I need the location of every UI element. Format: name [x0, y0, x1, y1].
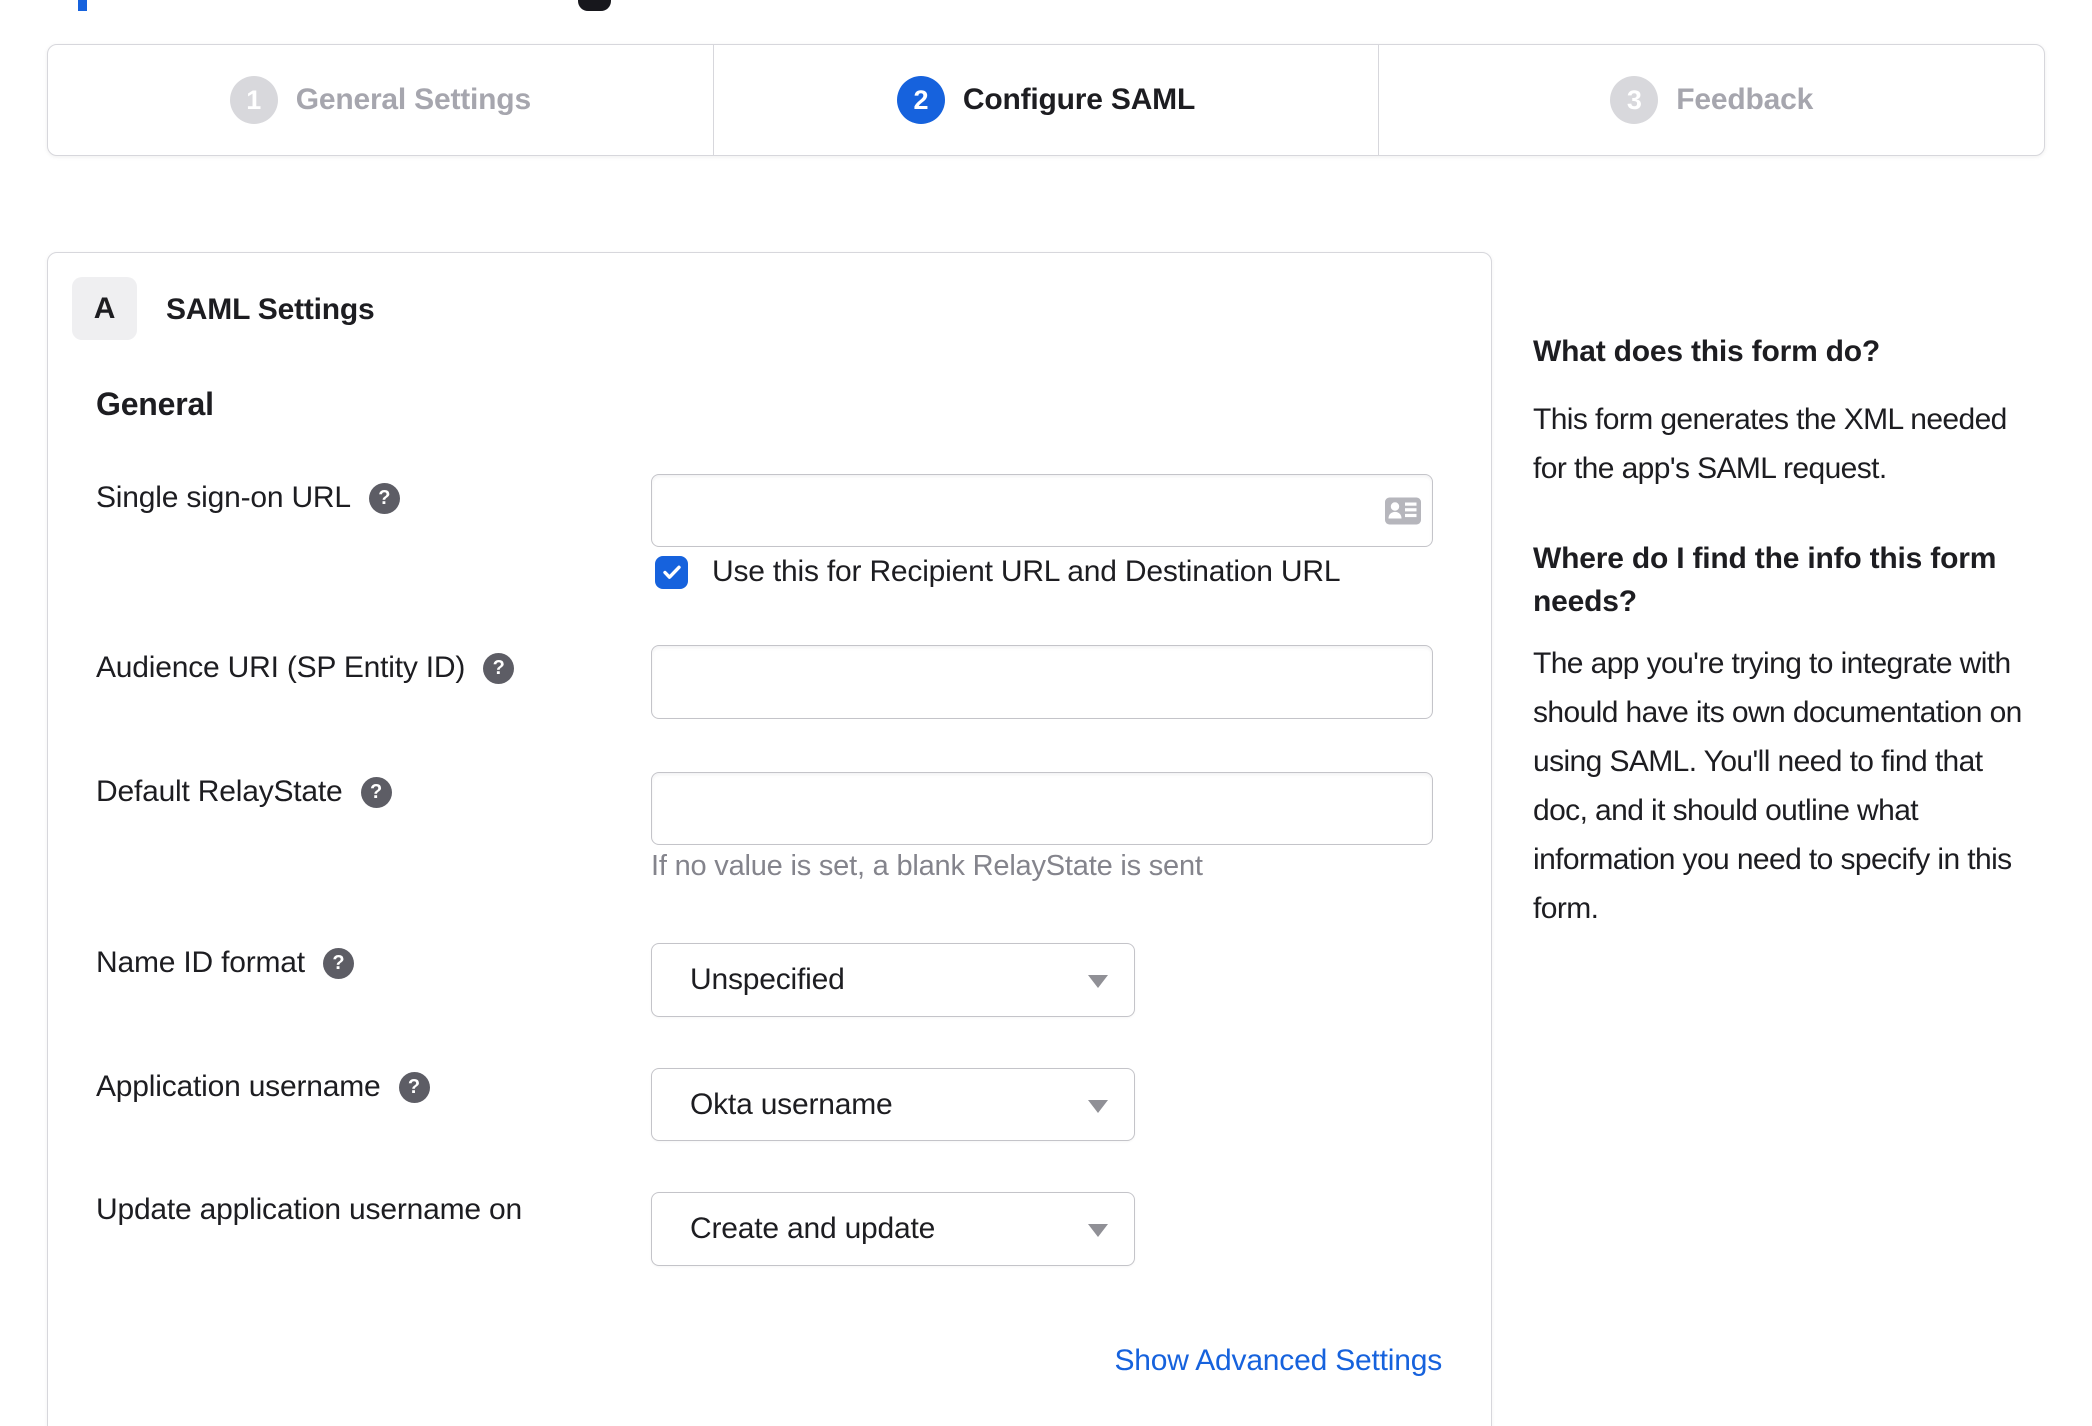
default-relaystate-label-text: Default RelayState — [96, 775, 343, 808]
sidebar-text-line: for the app's SAML request. — [1533, 452, 1887, 485]
help-icon[interactable]: ? — [483, 652, 515, 684]
chevron-down-icon — [1088, 975, 1108, 988]
step-configure-saml[interactable]: 2 Configure SAML — [712, 45, 1379, 155]
step-general-settings[interactable]: 1 General Settings — [48, 45, 713, 155]
help-icon[interactable]: ? — [360, 776, 392, 808]
sso-url-label-text: Single sign-on URL — [96, 481, 351, 514]
audience-uri-label-text: Audience URI (SP Entity ID) — [96, 651, 466, 684]
step-feedback[interactable]: 3 Feedback — [1378, 45, 2044, 155]
help-icon[interactable]: ? — [322, 947, 354, 979]
selected-value: Create and update — [690, 1212, 936, 1245]
name-id-format-select[interactable]: Unspecified — [651, 943, 1135, 1017]
help-icon[interactable]: ? — [398, 1071, 430, 1103]
section-title: SAML Settings — [166, 293, 375, 326]
update-app-username-label-text: Update application username on — [96, 1193, 522, 1226]
chevron-down-icon — [1088, 1099, 1108, 1113]
default-relaystate-input[interactable] — [651, 772, 1433, 845]
group-title-general: General — [96, 386, 214, 422]
step-label: General Settings — [295, 83, 531, 116]
saml-setup-page: 1 General Settings 2 Configure SAML 3 Fe… — [0, 0, 2092, 1426]
step-number-badge: 3 — [1610, 76, 1659, 124]
update-app-username-select[interactable]: Create and update — [651, 1192, 1135, 1266]
sidebar-text-line: doc, and it should outline what — [1533, 794, 1919, 827]
sso-url-input[interactable] — [651, 474, 1433, 547]
sidebar-text-line: should have its own documentation on — [1533, 696, 2022, 729]
wizard-stepper: 1 General Settings 2 Configure SAML 3 Fe… — [47, 44, 2045, 156]
update-app-username-label: Update application username on — [96, 1193, 522, 1227]
section-a-badge: A — [72, 277, 137, 340]
selected-value: Unspecified — [690, 963, 845, 996]
sidebar-heading-where: needs? — [1533, 585, 1637, 618]
checkmark-icon — [662, 565, 681, 579]
relaystate-hint: If no value is set, a blank RelayState i… — [651, 850, 1203, 882]
sidebar-heading-what: What does this form do? — [1533, 335, 1881, 368]
application-username-label: Application username ? — [96, 1070, 430, 1104]
show-advanced-settings-link[interactable]: Show Advanced Settings — [651, 1344, 1443, 1378]
sidebar-text-line: The app you're trying to integrate with — [1533, 647, 2011, 680]
help-icon[interactable]: ? — [368, 482, 400, 514]
application-username-select[interactable]: Okta username — [651, 1068, 1135, 1141]
recipient-url-checkbox-label: Use this for Recipient URL and Destinati… — [712, 555, 1341, 588]
name-id-format-label: Name ID format ? — [96, 946, 354, 980]
sidebar-text-line: form. — [1533, 892, 1599, 925]
sso-checkbox-row: Use this for Recipient URL and Destinati… — [655, 555, 1341, 589]
header-logo-fragment — [578, 0, 611, 11]
header-accent-fragment — [78, 0, 87, 11]
application-username-label-text: Application username — [96, 1070, 381, 1103]
name-id-format-label-text: Name ID format — [96, 946, 305, 979]
default-relaystate-label: Default RelayState ? — [96, 775, 392, 809]
step-number-badge: 1 — [229, 76, 278, 124]
sidebar-text-line: using SAML. You'll need to find that — [1533, 745, 1983, 778]
selected-value: Okta username — [690, 1087, 893, 1121]
audience-uri-label: Audience URI (SP Entity ID) ? — [96, 651, 515, 685]
sidebar-heading-where: Where do I find the info this form — [1533, 542, 1997, 575]
chevron-down-icon — [1088, 1224, 1108, 1237]
recipient-url-checkbox[interactable] — [655, 555, 688, 589]
audience-uri-input[interactable] — [651, 645, 1433, 719]
sidebar-text-line: information you need to specify in this — [1533, 843, 2012, 876]
step-number-badge: 2 — [896, 76, 945, 124]
step-label: Feedback — [1676, 83, 1814, 116]
sidebar-text-line: This form generates the XML needed — [1533, 403, 2007, 436]
help-sidebar: What does this form do? This form genera… — [1533, 330, 2073, 933]
sso-url-label: Single sign-on URL ? — [96, 481, 400, 515]
step-label: Configure SAML — [962, 83, 1196, 116]
